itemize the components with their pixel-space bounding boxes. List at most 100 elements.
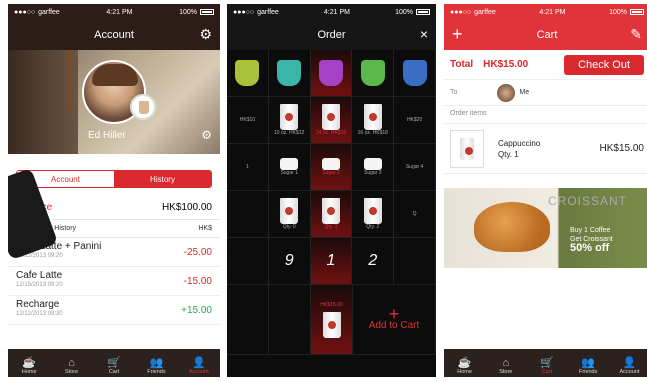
sugar-option[interactable]: Sugar 4 — [394, 144, 436, 191]
qty-number-row: 9 1 2 — [227, 238, 436, 285]
size-option[interactable]: 16 oz. HK$18 — [352, 97, 395, 144]
close-icon[interactable]: × — [420, 26, 428, 42]
plus-icon: + — [388, 303, 400, 324]
capsule-icon — [402, 60, 427, 86]
capsule-option[interactable] — [227, 50, 269, 97]
status-bar: ●●●○○ garffee 4:21 PM 100% — [444, 4, 647, 20]
tab-cart[interactable]: 🛒 Cart — [526, 349, 567, 377]
capsule-option-selected[interactable] — [310, 50, 353, 97]
store-icon: ⌂ — [68, 357, 75, 369]
sugar-option[interactable]: Sugar 1 — [268, 144, 311, 191]
sugar-option[interactable]: 1 — [227, 144, 269, 191]
battery-icon — [415, 9, 430, 15]
qty-option[interactable]: Qty. 0 — [268, 191, 311, 238]
size-option[interactable]: 10 oz. HK$12 — [268, 97, 311, 144]
cup-icon — [321, 198, 340, 224]
selected-drink-summary: HK$15.00 — [311, 285, 353, 355]
sugar-option[interactable]: Sugar 3 — [352, 144, 395, 191]
gear-icon[interactable]: ⚙ — [201, 128, 212, 142]
qty-label-row: Qty. 0 Qty. 1 Qty. 2 Q — [227, 191, 436, 238]
cup-icon — [460, 137, 474, 160]
account-history-toggle[interactable]: Account History — [16, 170, 212, 188]
qty-option[interactable] — [227, 191, 269, 238]
cart-icon: 🛒 — [540, 357, 554, 369]
sugar-icon — [321, 158, 340, 170]
tab-friends[interactable]: 👥 Friends — [135, 349, 177, 377]
user-name: Ed Hiller — [88, 130, 126, 141]
add-to-cart-button[interactable]: + Add to Cart — [353, 285, 436, 355]
balance-value: HK$100.00 — [161, 202, 212, 213]
capsule-option[interactable] — [268, 50, 311, 97]
qty-number[interactable]: 9 — [268, 238, 311, 285]
status-bar: ●●●○○ garffee 4:21 PM 100% — [227, 4, 436, 20]
tab-bar: ☕ Home ⌂ Store 🛒 Cart 👥 Friends 👤 Account — [8, 349, 220, 377]
tab-store[interactable]: ⌂ Store — [485, 349, 526, 377]
checkout-button[interactable]: Check Out — [564, 54, 644, 75]
size-option-selected[interactable]: 14 oz. HK$16 — [310, 97, 353, 144]
nav-bar: + Cart ✎ — [444, 20, 647, 50]
tab-history[interactable]: History — [114, 171, 211, 187]
tab-bar: ☕ Home ⌂ Store 🛒 Cart 👥 Friends 👤 Account — [444, 349, 647, 377]
edit-icon[interactable]: ✎ — [630, 26, 642, 43]
table-row[interactable]: Cafe Latte 12/15/2013 09:20 -15.00 — [8, 267, 220, 296]
capsule-option[interactable] — [394, 50, 436, 97]
status-bar: ●●●○○ garffee 4:21 PM 100% — [8, 4, 220, 20]
qty-number[interactable]: 2 — [352, 238, 395, 285]
croissant-image — [474, 202, 550, 252]
order-screen: ●●●○○ garffee 4:21 PM 100% Order × HK$10… — [227, 4, 436, 377]
tab-home[interactable]: ☕ Home — [8, 349, 50, 377]
recipient-row[interactable]: To Me — [444, 80, 647, 106]
account-header: ●●●○○ garffee 4:21 PM 100% Account ⚙ — [8, 4, 220, 50]
size-option[interactable]: HK$10 — [227, 97, 269, 144]
profile-hero: Ed Hiller ⚙ — [8, 50, 220, 154]
capsule-icon — [235, 60, 260, 86]
size-row: HK$10 10 oz. HK$12 14 oz. HK$16 16 oz. H… — [227, 97, 436, 144]
order-grid: HK$10 10 oz. HK$12 14 oz. HK$16 16 oz. H… — [227, 50, 436, 355]
qty-option[interactable]: Q — [394, 191, 436, 238]
order-header: ●●●○○ garffee 4:21 PM 100% Order × — [227, 4, 436, 50]
total-bar: Total HK$15.00 Check Out — [444, 50, 647, 80]
user-icon: 👤 — [622, 357, 637, 369]
carrier: ●●●○○ garffee — [14, 8, 60, 16]
tab-friends[interactable]: 👥 Friends — [568, 349, 609, 377]
qty-option[interactable]: Qty. 2 — [352, 191, 395, 238]
item-thumbnail — [450, 129, 484, 168]
avatar — [497, 83, 516, 102]
item-qty: Qty. 1 — [498, 149, 519, 159]
status-time: 4:21 PM — [106, 8, 133, 16]
total-label: Total — [450, 59, 474, 70]
promo-text: Buy 1 Coffee Get Croissant 50% off — [570, 227, 613, 254]
qty-option-selected[interactable]: Qty. 1 — [310, 191, 353, 238]
table-row[interactable]: Recharge 12/12/2013 09:30 +15.00 — [8, 296, 220, 325]
tab-home[interactable]: ☕ Home — [444, 349, 485, 377]
capsule-option[interactable] — [352, 50, 395, 97]
qty-number[interactable] — [394, 238, 436, 285]
nav-bar: Account ⚙ — [8, 20, 220, 50]
capsule-icon — [277, 60, 302, 86]
tab-account[interactable]: 👤 Account — [178, 349, 220, 377]
tab-cart[interactable]: 🛒 Cart — [93, 349, 135, 377]
size-option[interactable]: HK$20 — [394, 97, 436, 144]
coffee-cup-icon: ☕ — [22, 357, 37, 369]
summary-row: HK$15.00 + Add to Cart — [227, 285, 436, 355]
store-icon: ⌂ — [502, 357, 510, 369]
sugar-icon — [280, 158, 299, 170]
sugar-option-selected[interactable]: Sugar 2 — [310, 144, 353, 191]
item-name: Cappuccino — [498, 138, 541, 148]
page-title: Account — [94, 29, 134, 41]
tab-account[interactable]: 👤 Account — [609, 349, 647, 377]
account-screen: ●●●○○ garffee 4:21 PM 100% Account ⚙ Ed … — [8, 4, 220, 377]
sugar-row: 1 Sugar 1 Sugar 2 Sugar 3 Sugar 4 — [227, 144, 436, 191]
page-title: Cart — [536, 29, 558, 41]
promo-banner[interactable]: CROISSANT Buy 1 Coffee Get Croissant 50%… — [444, 188, 647, 268]
list-item[interactable]: Cappuccino Qty. 1 HK$15.00 — [444, 124, 647, 174]
qty-number-selected[interactable]: 1 — [310, 238, 353, 285]
tab-store[interactable]: ⌂ Store — [50, 349, 92, 377]
qty-number[interactable] — [227, 238, 269, 285]
page-title: Order — [317, 29, 346, 41]
battery-icon — [199, 9, 214, 15]
add-icon[interactable]: + — [452, 24, 463, 45]
friends-icon: 👥 — [149, 357, 164, 369]
cup-icon — [322, 311, 341, 338]
settings-icon[interactable]: ⚙ — [199, 26, 212, 43]
